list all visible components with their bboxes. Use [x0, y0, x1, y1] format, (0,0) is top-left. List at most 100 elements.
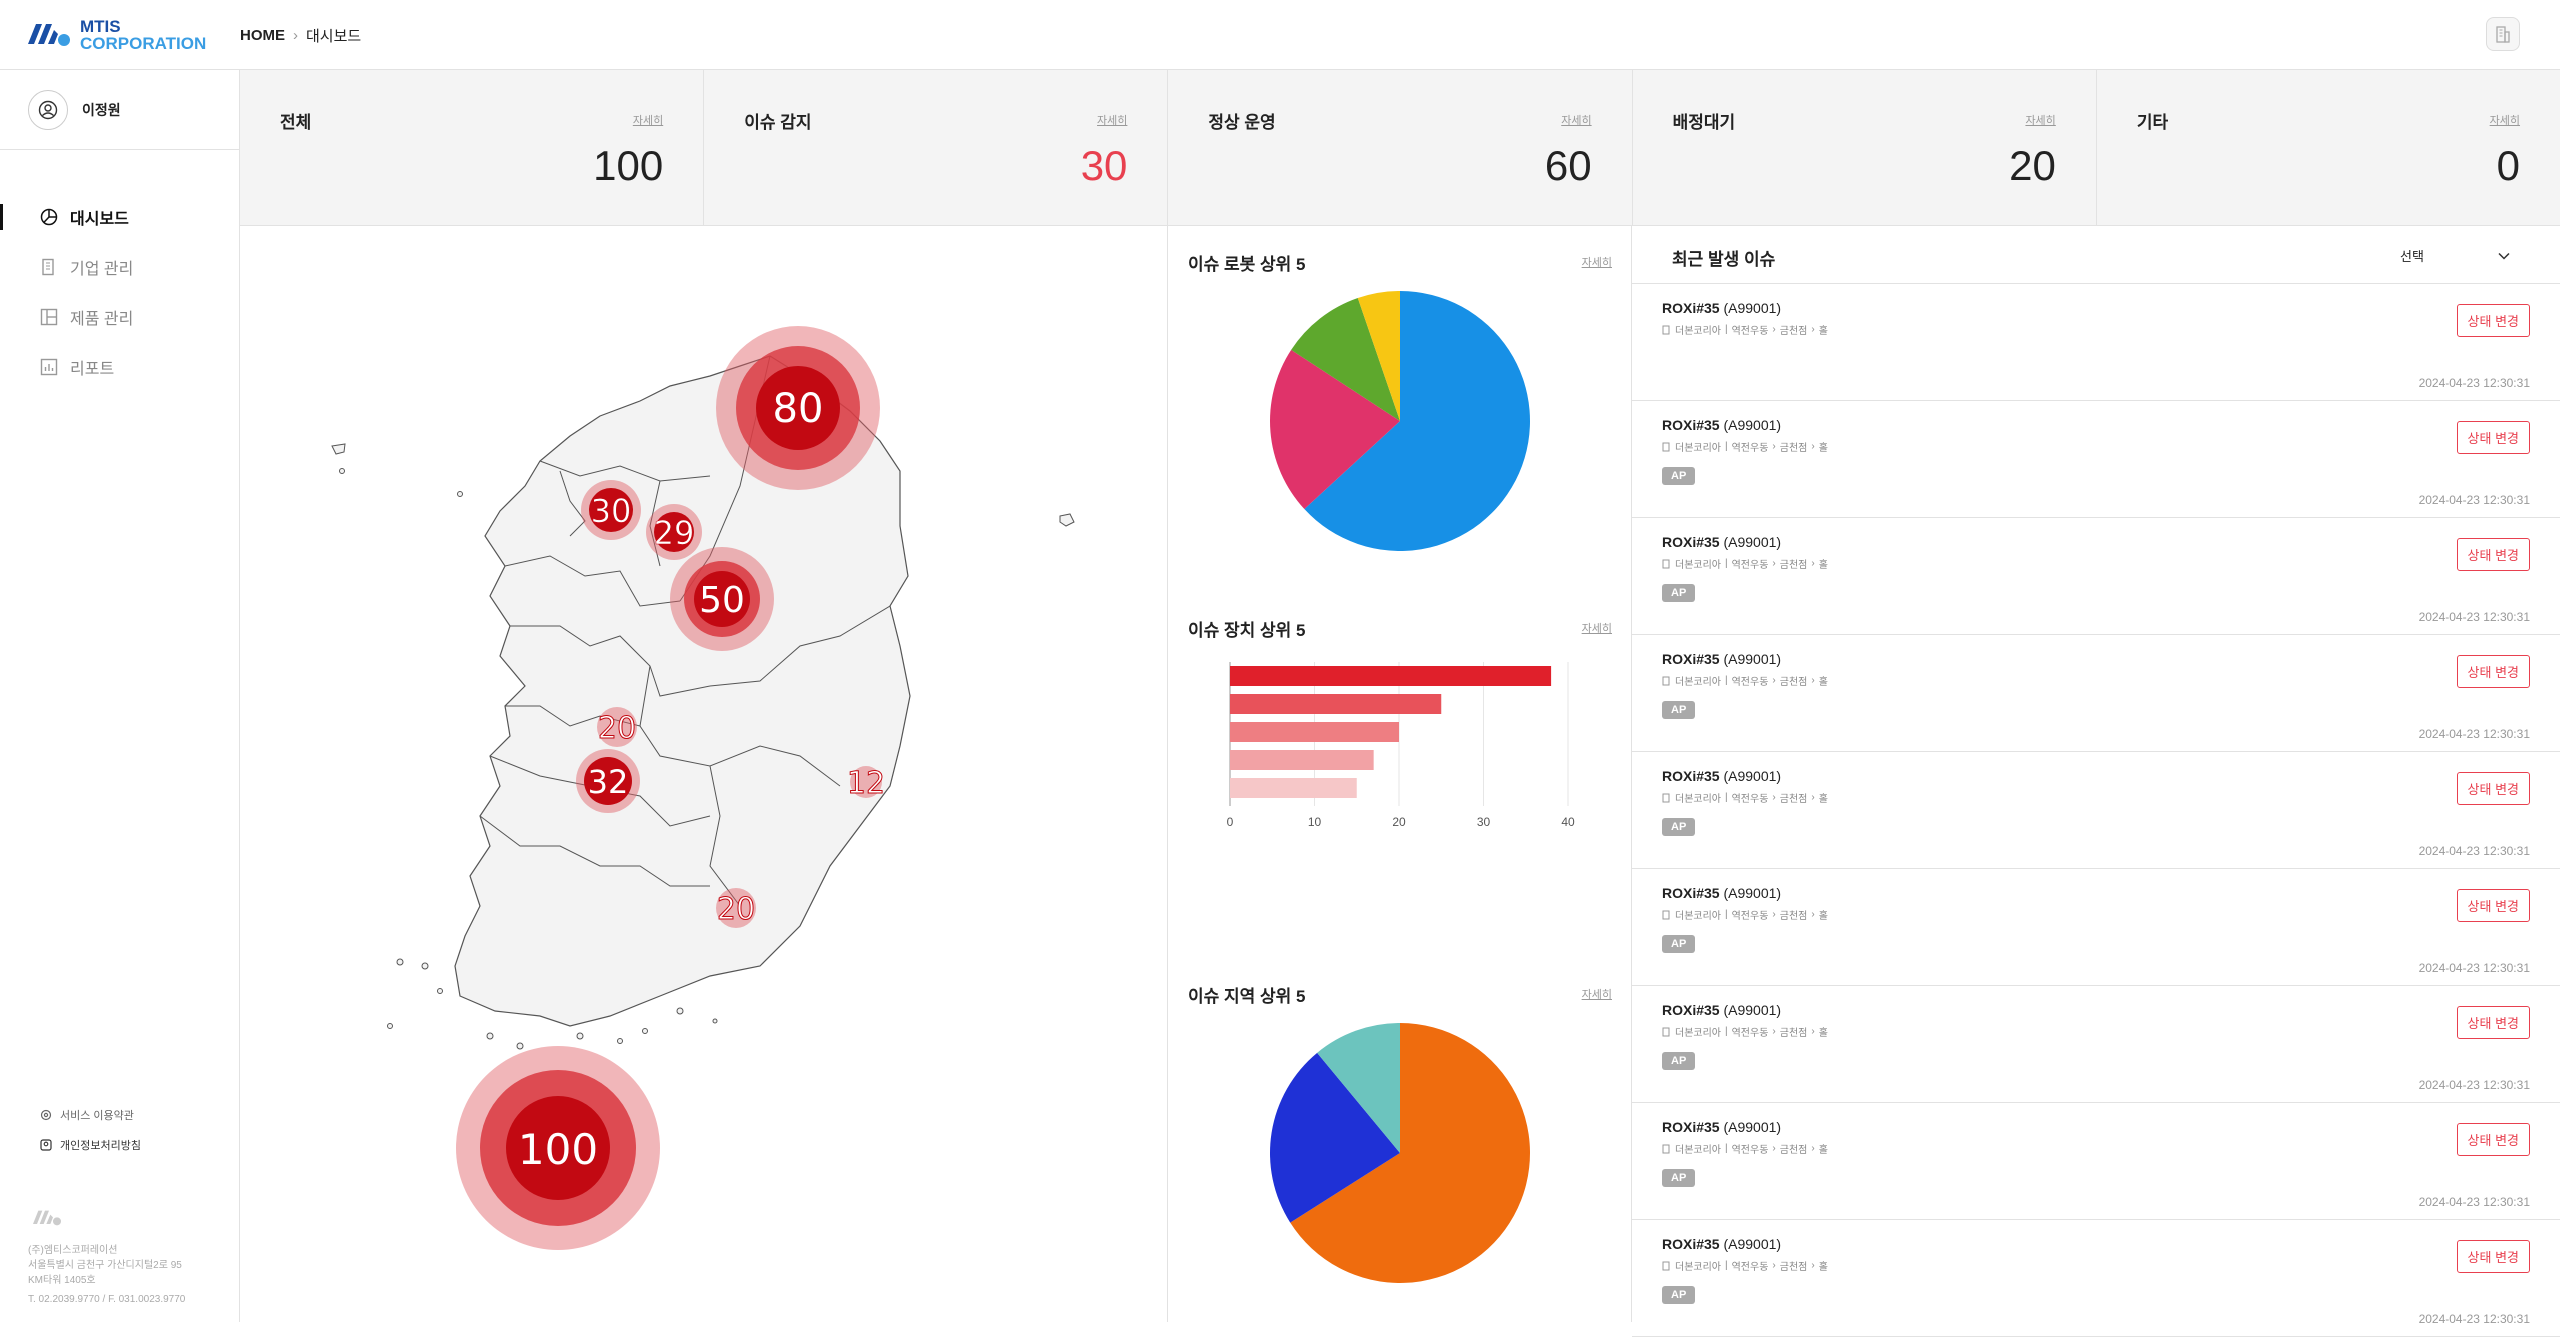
- building-button[interactable]: [2486, 17, 2520, 51]
- issue-robot-name: ROXi#35: [1662, 300, 1720, 316]
- building-icon: [1662, 1027, 1670, 1036]
- privacy-link[interactable]: 개인정보처리방침: [40, 1130, 141, 1160]
- issue-location-path: 더본코리아 | 역전우동 › 금천점 › 홀: [1662, 907, 1828, 922]
- company-address-2: KM타워 1405호: [28, 1275, 96, 1286]
- device-bar[interactable]: [1230, 694, 1442, 714]
- issue-row[interactable]: ROXi#35 (A99001) 더본코리아 | 역전우동 › 금천점 › 홀 AP …: [1632, 1220, 2560, 1337]
- issue-robot-name: ROXi#35: [1662, 534, 1720, 550]
- status-change-button[interactable]: 상태 변경: [2456, 1006, 2530, 1039]
- device-bar[interactable]: [1230, 750, 1374, 770]
- issue-row[interactable]: ROXi#35 (A99001) 더본코리아 | 역전우동 › 금천점 › 홀 AP …: [1632, 752, 2560, 869]
- stat-detail-link[interactable]: 자세히: [2490, 112, 2520, 128]
- user-profile[interactable]: 이정원: [0, 70, 239, 150]
- path-store: 금천점: [1779, 1262, 1808, 1273]
- sidebar-item-dashboard[interactable]: 대시보드: [0, 192, 239, 242]
- cluster-marker-80[interactable]: 80: [716, 326, 880, 490]
- sidebar-item-label: 제품 관리: [70, 311, 134, 328]
- issue-panel-title: 최근 발생 이슈: [1672, 250, 1776, 269]
- stat-detail-link[interactable]: 자세히: [1561, 112, 1591, 128]
- path-zone: 홀: [1818, 911, 1828, 922]
- issue-timestamp: 2024-04-23 12:30:31: [2418, 961, 2530, 975]
- issue-robot-code: (A99001): [1723, 300, 1782, 316]
- cluster-marker-12[interactable]: 12: [846, 766, 885, 802]
- chart-detail-link[interactable]: 자세히: [1582, 986, 1612, 1002]
- device-bar[interactable]: [1230, 722, 1399, 742]
- issue-row[interactable]: ROXi#35 (A99001) 더본코리아 | 역전우동 › 금천점 › 홀 AP …: [1632, 986, 2560, 1103]
- user-name: 이정원: [82, 101, 121, 118]
- sidebar: 이정원 대시보드 기업 관리 제품 관리 리포트 서비스 이용약관 개인정보처리…: [0, 70, 240, 1322]
- chart-title: 이슈 로봇 상위 5: [1188, 255, 1306, 274]
- stat-detail-link[interactable]: 자세히: [1097, 112, 1127, 128]
- status-change-button[interactable]: 상태 변경: [2456, 1123, 2530, 1156]
- issue-tag: AP: [1662, 1169, 1696, 1187]
- status-change-button[interactable]: 상태 변경: [2456, 304, 2530, 337]
- issue-tag: AP: [1662, 1286, 1696, 1304]
- issue-tag: AP: [1662, 1052, 1696, 1070]
- chart-title: 이슈 장치 상위 5: [1188, 621, 1306, 640]
- path-company: 더본코리아: [1675, 1028, 1721, 1039]
- issue-location-path: 더본코리아 | 역전우동 › 금천점 › 홀: [1662, 790, 1828, 805]
- sidebar-item-product[interactable]: 제품 관리: [0, 292, 239, 342]
- building-icon: [1662, 910, 1670, 919]
- status-change-button[interactable]: 상태 변경: [2456, 772, 2530, 805]
- status-change-button[interactable]: 상태 변경: [2456, 538, 2530, 571]
- status-change-button[interactable]: 상태 변경: [2456, 655, 2530, 688]
- sidebar-item-company[interactable]: 기업 관리: [0, 242, 239, 292]
- path-company: 더본코리아: [1675, 1262, 1721, 1273]
- issue-robot-name: ROXi#35: [1662, 885, 1720, 901]
- chart-title: 이슈 지역 상위 5: [1188, 987, 1306, 1006]
- sidebar-links: 서비스 이용약관 개인정보처리방침: [40, 1100, 141, 1160]
- device-bar-chart: 0 10 20 30 40: [1227, 662, 1575, 829]
- cluster-marker-30[interactable]: 30: [581, 480, 641, 540]
- stat-detail-link[interactable]: 자세히: [633, 112, 663, 128]
- building-icon: [1662, 1261, 1670, 1270]
- sidebar-item-report[interactable]: 리포트: [0, 342, 239, 392]
- path-brand: 역전우동: [1731, 1262, 1769, 1273]
- issue-row[interactable]: ROXi#35 (A99001) 더본코리아 | 역전우동 › 금천점 › 홀 AP …: [1632, 1103, 2560, 1220]
- issue-row[interactable]: ROXi#35 (A99001) 더본코리아 | 역전우동 › 금천점 › 홀 AP …: [1632, 635, 2560, 752]
- issue-row[interactable]: ROXi#35 (A99001) 더본코리아 | 역전우동 › 금천점 › 홀 AP …: [1632, 869, 2560, 986]
- path-company: 더본코리아: [1675, 911, 1721, 922]
- issue-timestamp: 2024-04-23 12:30:31: [2418, 610, 2530, 624]
- company-logo[interactable]: MTIS CORPORATION: [28, 18, 206, 52]
- cluster-marker-20b[interactable]: 20: [716, 888, 756, 928]
- path-brand: 역전우동: [1731, 911, 1769, 922]
- cluster-count: 50: [699, 580, 745, 621]
- building-icon: [1662, 325, 1670, 334]
- cluster-marker-32[interactable]: 32: [576, 749, 640, 813]
- sidebar-item-label: 리포트: [70, 361, 115, 378]
- issue-filter-select[interactable]: 선택: [2400, 246, 2510, 265]
- issue-timestamp: 2024-04-23 12:30:31: [2418, 727, 2530, 741]
- device-bar[interactable]: [1230, 666, 1552, 686]
- x-tick-label: 10: [1308, 815, 1322, 829]
- cluster-marker-50[interactable]: 50: [670, 547, 774, 651]
- cluster-marker-20[interactable]: 20: [597, 707, 637, 747]
- issue-timestamp: 2024-04-23 12:30:31: [2418, 1312, 2530, 1326]
- path-brand: 역전우동: [1731, 560, 1769, 571]
- issue-row[interactable]: ROXi#35 (A99001) 더본코리아 | 역전우동 › 금천점 › 홀 AP …: [1632, 401, 2560, 518]
- status-change-button[interactable]: 상태 변경: [2456, 889, 2530, 922]
- recent-issues-panel: 최근 발생 이슈 선택 ROXi#35 (A99001) 더본코리아 | 역전우동…: [1632, 226, 2560, 1337]
- korea-map[interactable]: 80 30 29 50 20 32 12 20 100: [240, 226, 1168, 1322]
- issue-row[interactable]: ROXi#35 (A99001) 더본코리아 | 역전우동 › 금천점 › 홀 상태 …: [1632, 284, 2560, 401]
- cluster-marker-29[interactable]: 29: [646, 504, 702, 560]
- sidebar-nav: 대시보드 기업 관리 제품 관리 리포트: [0, 192, 239, 392]
- issue-location-path: 더본코리아 | 역전우동 › 금천점 › 홀: [1662, 1141, 1828, 1156]
- status-change-button[interactable]: 상태 변경: [2456, 1240, 2530, 1273]
- chart-detail-link[interactable]: 자세히: [1582, 620, 1612, 636]
- device-bar[interactable]: [1230, 778, 1357, 798]
- region-chart-block: 이슈 지역 상위 5 자세히: [1168, 958, 1632, 1324]
- x-tick-label: 0: [1227, 815, 1234, 829]
- terms-link[interactable]: 서비스 이용약관: [40, 1100, 141, 1130]
- breadcrumb-home[interactable]: HOME: [240, 27, 285, 44]
- stat-card-normal: 정상 운영 자세히 60: [1168, 70, 1633, 225]
- chart-detail-link[interactable]: 자세히: [1582, 254, 1612, 270]
- issue-row[interactable]: ROXi#35 (A99001) 더본코리아 | 역전우동 › 금천점 › 홀 AP …: [1632, 518, 2560, 635]
- stat-label: 전체: [280, 113, 312, 132]
- building-icon: [42, 258, 54, 276]
- path-store: 금천점: [1779, 1028, 1808, 1039]
- stat-detail-link[interactable]: 자세히: [2025, 112, 2055, 128]
- cluster-marker-100[interactable]: 100: [456, 1046, 660, 1250]
- status-change-button[interactable]: 상태 변경: [2456, 421, 2530, 454]
- stat-label: 이슈 감지: [744, 113, 812, 132]
